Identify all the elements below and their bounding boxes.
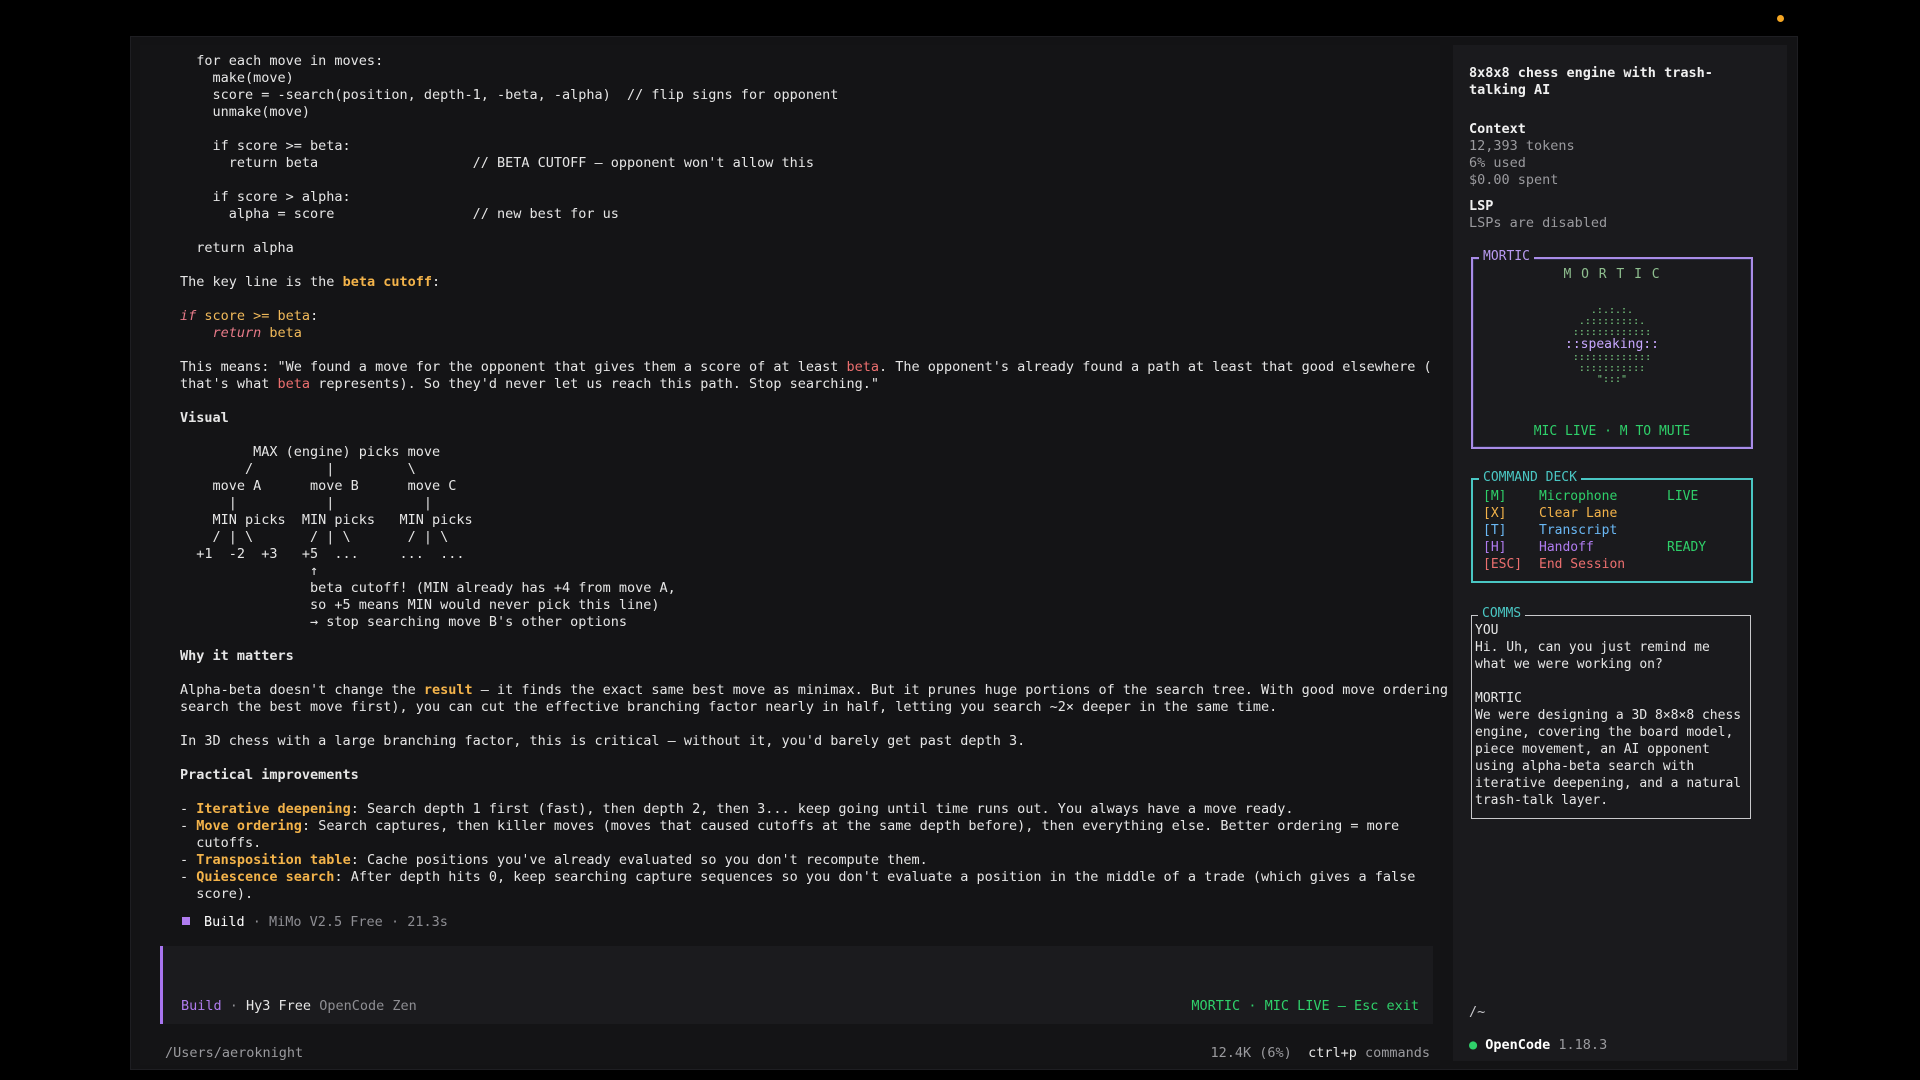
- code-line: alpha = score // new best for us: [180, 206, 619, 222]
- sidebar-cwd: /~: [1469, 1004, 1486, 1020]
- code-line: for each move in moves:: [180, 53, 384, 69]
- key-line-text: The key line is the beta cutoff:: [180, 274, 441, 290]
- snippet-line: if score >= beta:: [180, 308, 319, 324]
- build-status: Build · MiMo V2.5 Free · 21.3s: [182, 914, 448, 930]
- deck-item-microphone[interactable]: [M] Microphone LIVE: [1483, 488, 1741, 505]
- chat-pane: for each move in moves: make(move) score…: [140, 45, 1464, 1065]
- notification-dot: [1777, 15, 1784, 22]
- app-version: ● OpenCode 1.18.3: [1469, 1037, 1608, 1053]
- comms-speaker: MORTIC: [1475, 691, 1522, 706]
- mic-status: MIC LIVE · M TO MUTE: [1533, 424, 1691, 439]
- status-dot-icon: ●: [1469, 1037, 1486, 1053]
- command-deck-panel: COMMAND DECK [M] Microphone LIVE [X] Clear …: [1471, 470, 1753, 583]
- code-line: return alpha: [180, 240, 294, 256]
- code-line: score = -search(position, depth-1, -beta…: [180, 87, 839, 103]
- deck-item-transcript[interactable]: [T] Transcript: [1483, 522, 1741, 539]
- model-selector[interactable]: Build · Hy3 Free OpenCode Zen: [181, 998, 417, 1014]
- diagram-line: ↑: [180, 563, 319, 579]
- comms-message: Hi. Uh, can you just remind me what we w…: [1475, 640, 1710, 672]
- prompt-input[interactable]: Build · Hy3 Free OpenCode Zen MORTIC · M…: [160, 946, 1433, 1024]
- deck-item-end-session[interactable]: [ESC] End Session: [1483, 556, 1741, 573]
- sidebar: 8x8x8 chess engine with trash-talking AI…: [1453, 45, 1787, 1061]
- status-bar-right: 12.4K (6%) ctrl+p commands: [1210, 1045, 1430, 1061]
- section-heading: Why it matters: [180, 648, 294, 664]
- diagram-line: +1 -2 +3 +5 ... ... ...: [180, 546, 465, 562]
- terminal-window: for each move in moves: make(move) score…: [131, 37, 1797, 1069]
- code-line: if score > alpha:: [180, 189, 351, 205]
- panel-label: MORTIC: [1479, 249, 1534, 264]
- diagram-line: | | |: [180, 495, 432, 511]
- paragraph-line: search the best move first), you can cut…: [180, 699, 1278, 715]
- paragraph-line: Alpha-beta doesn't change the result — i…: [180, 682, 1465, 698]
- code-line: unmake(move): [180, 104, 311, 120]
- paragraph-line: In 3D chess with a large branching facto…: [180, 733, 1026, 749]
- panel-label: COMMS: [1478, 606, 1526, 621]
- list-item-continuation: score).: [180, 886, 254, 902]
- list-item: - Transposition table: Cache positions y…: [180, 852, 928, 868]
- command-palette-shortcut[interactable]: ctrl+p: [1308, 1045, 1357, 1061]
- session-title: 8x8x8 chess engine with trash-talking AI: [1469, 65, 1713, 98]
- panel-label: COMMAND DECK: [1479, 470, 1581, 485]
- section-heading: Practical improvements: [180, 767, 359, 783]
- diagram-line: so +5 means MIN would never pick this li…: [180, 597, 660, 613]
- diagram-line: move A move B move C: [180, 478, 457, 494]
- code-line: make(move): [180, 70, 294, 86]
- diagram-line: / | \ / | \ / | \: [180, 529, 449, 545]
- speaking-orb-icon: .:.:.:. .:::::::::. ::::::::::::: ::spea…: [1565, 305, 1659, 385]
- snippet-line: return beta: [212, 325, 302, 341]
- diagram-line: → stop searching move B's other options: [180, 614, 628, 630]
- voice-status: MORTIC · MIC LIVE — Esc exit: [1191, 998, 1419, 1014]
- code-line: return beta // BETA CUTOFF — opponent wo…: [180, 155, 814, 171]
- diagram-line: beta cutoff! (MIN already has +4 from mo…: [180, 580, 676, 596]
- diagram-line: MIN picks MIN picks MIN picks: [180, 512, 473, 528]
- mortic-title: M O R T I C: [1563, 267, 1661, 282]
- section-heading: Visual: [180, 410, 229, 426]
- comms-message: We were designing a 3D 8×8×8 chess engin…: [1475, 708, 1742, 808]
- assistant-message: for each move in moves: make(move) score…: [180, 53, 1464, 903]
- code-line: if score >= beta:: [180, 138, 351, 154]
- build-square-icon: [182, 917, 190, 925]
- context-section: Context 12,393 tokens 6% used $0.00 spen…: [1469, 121, 1575, 188]
- comms-speaker: YOU: [1475, 623, 1499, 638]
- comms-panel: COMMS YOU Hi. Uh, can you just remind me…: [1471, 606, 1751, 819]
- lsp-section: LSP LSPs are disabled: [1469, 198, 1608, 231]
- mortic-panel: MORTIC M O R T I C .:.:.:. .:::::::::. :…: [1471, 249, 1753, 449]
- list-item-continuation: cutoffs.: [180, 835, 262, 851]
- diagram-line: MAX (engine) picks move: [180, 444, 441, 460]
- deck-item-handoff[interactable]: [H] Handoff READY: [1483, 539, 1741, 556]
- paragraph-line: This means: "We found a move for the opp…: [180, 359, 1432, 375]
- working-directory: /Users/aeroknight: [165, 1045, 304, 1061]
- diagram-line: / | \: [180, 461, 416, 477]
- list-item: - Move ordering: Search captures, then k…: [180, 818, 1400, 834]
- deck-item-clear-lane[interactable]: [X] Clear Lane: [1483, 505, 1741, 522]
- paragraph-line: that's what beta represents). So they'd …: [180, 376, 880, 392]
- list-item: - Quiescence search: After depth hits 0,…: [180, 869, 1416, 885]
- list-item: - Iterative deepening: Search depth 1 fi…: [180, 801, 1294, 817]
